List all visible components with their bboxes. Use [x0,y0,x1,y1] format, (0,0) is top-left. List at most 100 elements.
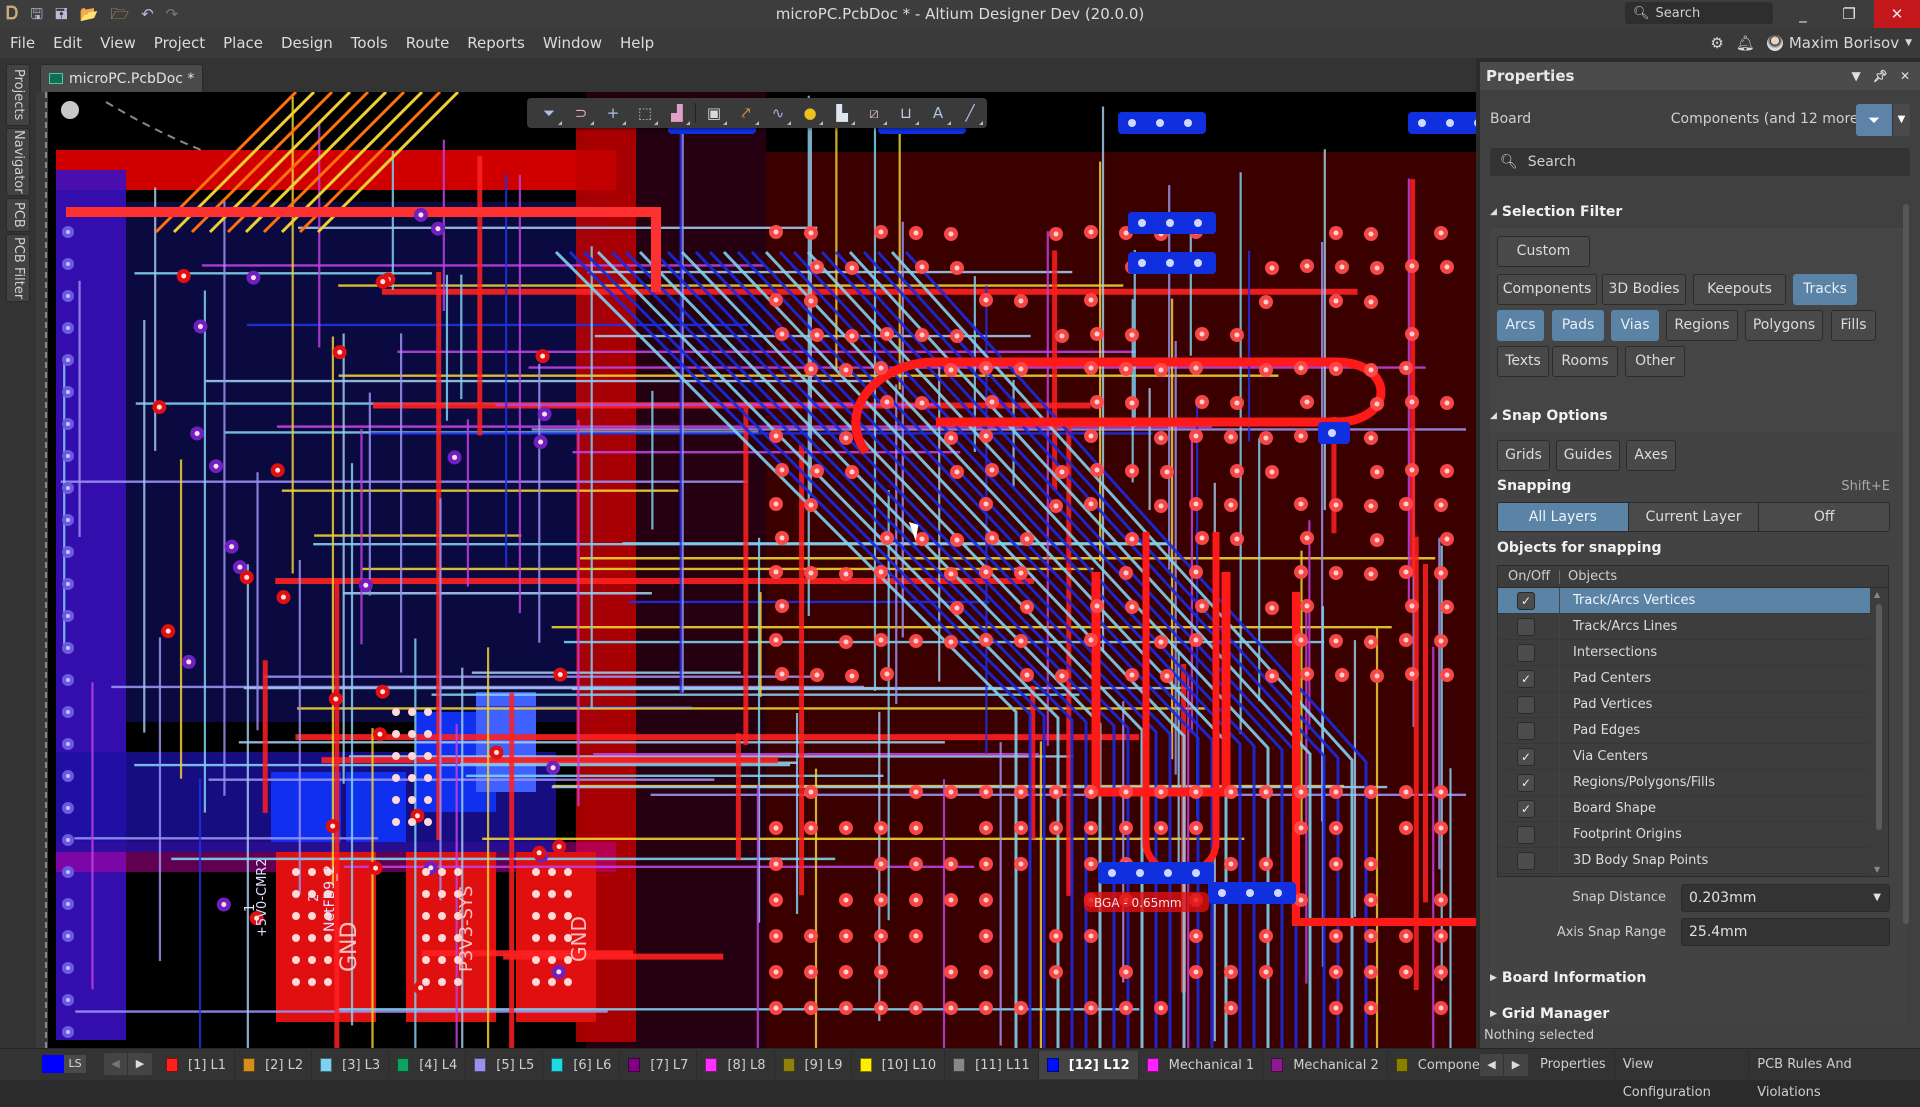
funnel-icon[interactable]: ⏷ [1856,104,1892,136]
table-row[interactable]: Pad Vertices [1498,692,1870,718]
filter-3d-bodies-button[interactable]: 3D Bodies [1602,274,1686,305]
grid-manager-header[interactable]: ▶ Grid Manager [1490,1006,1609,1022]
component-icon[interactable]: ▣ [698,98,730,128]
user-menu[interactable]: Maxim Borisov ▼ [1766,34,1912,52]
filter-polygons-button[interactable]: Polygons [1745,310,1823,341]
close-button[interactable]: ✕ [1874,0,1920,28]
table-scroll-thumb[interactable] [1876,604,1882,830]
snap-distance-select[interactable]: 0.203mm ▼ [1681,884,1890,912]
menu-help[interactable]: Help [611,28,663,58]
filter-arcs-button[interactable]: Arcs [1497,310,1544,341]
layer-tab[interactable]: [12] L12 [1038,1051,1139,1079]
redo-icon[interactable]: ↷ [166,0,179,28]
pin-icon[interactable]: 📌︎ [1873,62,1888,90]
filter-keepouts-button[interactable]: Keepouts [1693,274,1786,305]
selection-filter-header[interactable]: ◢ Selection Filter [1490,204,1622,220]
chevron-down-icon[interactable]: ▼ [1892,104,1910,136]
snapping-all-layers-option[interactable]: All Layers [1498,503,1629,531]
snap-grids-button[interactable]: Grids [1497,440,1550,471]
checkbox-unchecked[interactable] [1517,825,1535,844]
minimize-button[interactable]: _ [1780,0,1826,28]
table-row[interactable]: Intersections [1498,640,1870,666]
properties-scroll-thumb[interactable] [1903,204,1909,924]
layer-tab[interactable]: [8] L8 [697,1051,775,1079]
layer-set-button[interactable]: LS [64,1055,86,1073]
properties-scrollbar[interactable] [1902,192,1910,1022]
open-project-icon[interactable]: 🗁 [110,0,129,28]
menu-file[interactable]: File [1,28,44,58]
layer-tab[interactable]: Mechanical 2 [1263,1051,1388,1079]
properties-search-input[interactable]: 🔍︎ Search [1490,148,1910,176]
save-icon[interactable]: 🖫 [30,0,43,28]
filter-custom-button[interactable]: Custom [1497,236,1590,267]
menu-edit[interactable]: Edit [44,28,91,58]
filter-tracks-button[interactable]: Tracks [1793,274,1857,305]
selection-filter-icon[interactable]: ⏷ [533,98,565,128]
table-row[interactable]: 3D Body Snap Points [1498,848,1870,874]
interactive-routing-magnet-icon[interactable]: ⊃ [565,98,597,128]
layer-tab[interactable]: [1] L1 [158,1051,236,1079]
table-scrollbar[interactable]: ▲ ▼ [1874,590,1884,874]
filter-texts-button[interactable]: Texts [1497,346,1549,377]
table-row[interactable]: Track/Arcs Lines [1498,614,1870,640]
filter-regions-button[interactable]: Regions [1666,310,1738,341]
panel-tab-properties[interactable]: Properties [1532,1051,1615,1079]
crosshair-icon[interactable]: + [597,98,629,128]
selection-filter-button[interactable]: ⏷ ▼ [1856,104,1910,136]
gear-icon[interactable]: ⚙ [1710,34,1723,52]
route-icon[interactable]: ⤤ [730,98,762,128]
layer-tab[interactable]: [6] L6 [543,1051,621,1079]
next-layer-arrow-icon[interactable]: ▶ [128,1053,152,1075]
select-area-icon[interactable]: ⬚ [629,98,661,128]
table-row[interactable]: ✓ Regions/Polygons/Fills [1498,770,1870,796]
layer-tab[interactable]: [9] L9 [775,1051,852,1079]
next-panel-arrow-icon[interactable]: ▶ [1504,1054,1528,1076]
checkbox-unchecked[interactable] [1517,643,1535,662]
panel-tab-pcb[interactable]: PCB [6,198,30,232]
bell-icon[interactable]: 🔔︎ [1736,34,1755,52]
checkbox-unchecked[interactable] [1517,695,1535,714]
panel-close-icon[interactable]: ✕ [1900,62,1910,90]
panel-menu-icon[interactable]: ▼ [1851,62,1860,90]
checkbox-unchecked[interactable] [1517,721,1535,740]
menu-route[interactable]: Route [397,28,459,58]
snap-guides-button[interactable]: Guides [1556,440,1620,471]
layer-tab[interactable]: [7] L7 [620,1051,698,1079]
dimension-icon[interactable]: ⊔ [890,98,922,128]
diff-pair-icon[interactable]: ⧄ [858,98,890,128]
column-header-onoff[interactable]: On/Off [1498,570,1560,584]
axis-snap-range-input[interactable]: 25.4mm [1681,918,1890,946]
panel-tab-projects[interactable]: Projects [6,64,30,126]
line-icon[interactable]: ╱ [954,98,986,128]
scroll-down-icon[interactable]: ▼ [1874,865,1880,874]
column-header-objects[interactable]: Objects [1560,566,1617,587]
layer-tab[interactable]: [10] L10 [852,1051,946,1079]
via-icon[interactable]: ● [794,98,826,128]
checkbox-unchecked[interactable] [1517,851,1535,870]
filter-components-button[interactable]: Components [1497,274,1597,305]
panel-tab-navigator[interactable]: Navigator [6,128,30,196]
table-row[interactable]: Pad Edges [1498,718,1870,744]
checkbox-unchecked[interactable] [1517,617,1535,636]
app-logo-icon[interactable]: Ꭰ [6,0,18,28]
undo-icon[interactable]: ↶ [141,0,154,28]
menu-window[interactable]: Window [534,28,611,58]
table-row[interactable]: ✓ Board Shape [1498,796,1870,822]
align-icon[interactable]: ▟ [661,98,693,128]
snap-axes-button[interactable]: Axes [1626,440,1676,471]
global-search[interactable]: 🔍︎ Search [1625,2,1773,24]
open-icon[interactable]: 📂 [80,0,99,28]
layer-tab[interactable]: [2] L2 [235,1051,313,1079]
snapping-current-layer-option[interactable]: Current Layer [1629,503,1760,531]
prev-layer-arrow-icon[interactable]: ◀ [104,1053,128,1075]
table-row[interactable]: ✓ Track/Arcs Vertices [1498,588,1870,614]
layer-tab[interactable]: [4] L4 [389,1051,467,1079]
region-icon[interactable]: ▙ [826,98,858,128]
menu-project[interactable]: Project [145,28,214,58]
scroll-up-icon[interactable]: ▲ [1874,590,1880,599]
filter-other-button[interactable]: Other [1625,346,1685,377]
table-row[interactable]: ✓ Pad Centers [1498,666,1870,692]
panel-tab-view-configuration[interactable]: View Configuration [1615,1051,1750,1100]
menu-place[interactable]: Place [214,28,272,58]
document-tab[interactable]: microPC.PcbDoc * [40,64,204,92]
